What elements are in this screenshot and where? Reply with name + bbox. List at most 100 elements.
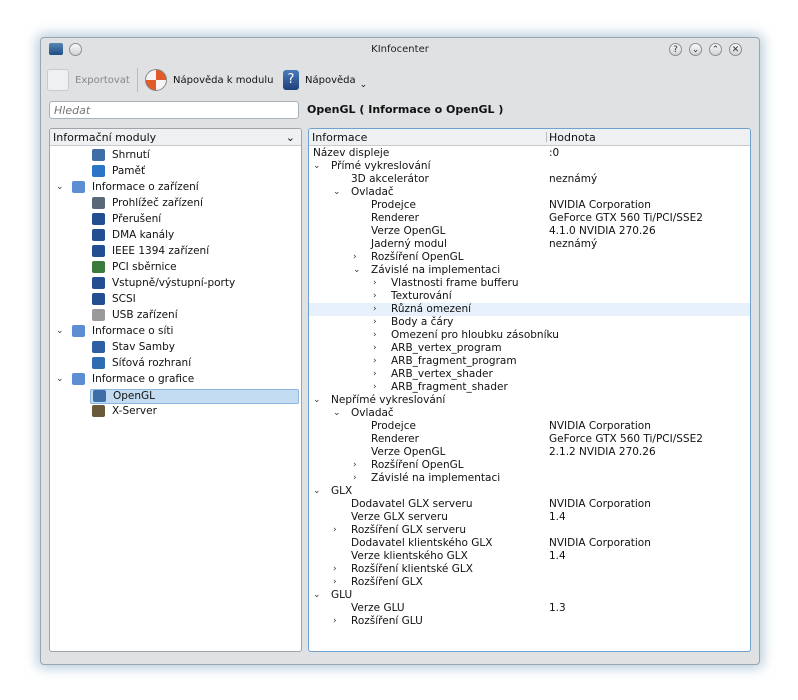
minimize-button[interactable]: ⌄ [689,43,702,56]
chevron-down-icon[interactable]: ⌄ [56,325,64,338]
chevron-right-icon[interactable]: › [373,368,377,381]
info-row[interactable]: Prodejce NVIDIA Corporation [309,420,750,433]
chevron-down-icon[interactable]: ⌄ [313,589,321,602]
module-help-button[interactable]: Nápověda k modulu [145,68,273,92]
info-row[interactable]: ⌄ GLX [309,485,750,498]
info-row-label: ARB_fragment_program [391,355,517,367]
info-row[interactable]: Název displeje:0 [309,147,750,160]
column-header-value[interactable]: Hodnota [549,131,596,144]
info-row[interactable]: › Vlastnosti frame bufferu [309,277,750,290]
module-tree-item[interactable]: PCI sběrnice [50,261,301,274]
info-row[interactable]: › Rozšíření GLX serveru [309,524,750,537]
module-tree-item[interactable]: Paměť [50,165,301,178]
module-tree-item[interactable]: Vstupně/výstupní-porty [50,277,301,290]
info-row[interactable]: › Rozšíření GLX [309,576,750,589]
chevron-right-icon[interactable]: › [373,342,377,355]
info-row[interactable]: › Rozšíření OpenGL [309,251,750,264]
module-tree-item[interactable]: IEEE 1394 zařízení [50,245,301,258]
close-button[interactable]: ✕ [729,43,742,56]
module-tree-item[interactable]: Síťová rozhraní [50,357,301,370]
chevron-down-icon[interactable]: ⌄ [333,186,341,199]
module-tree-item[interactable]: ⌄ Informace o síti [50,325,301,338]
module-tree-item[interactable]: Stav Samby [50,341,301,354]
info-row[interactable]: ⌄ Přímé vykreslování [309,160,750,173]
chevron-down-icon[interactable]: ⌄ [56,181,64,194]
chevron-down-icon[interactable]: ⌄ [313,394,321,407]
module-tree-item[interactable]: X-Server [50,405,301,418]
module-tree-item-label: SCSI [112,293,136,305]
module-tree-item[interactable]: Prohlížeč zařízení [50,197,301,210]
info-row[interactable]: Verze OpenGL 4.1.0 NVIDIA 270.26 [309,225,750,238]
chevron-down-icon[interactable]: ⌄ [56,373,64,386]
info-row[interactable]: Jaderný modul neznámý [309,238,750,251]
info-row[interactable]: › ARB_fragment_program [309,355,750,368]
chevron-right-icon[interactable]: › [373,290,377,303]
chevron-right-icon[interactable]: › [373,316,377,329]
info-row[interactable]: › Rozšíření GLU [309,615,750,628]
info-row-value: NVIDIA Corporation [549,498,651,510]
module-tree-item[interactable]: SCSI [50,293,301,306]
chevron-right-icon[interactable]: › [373,355,377,368]
info-row[interactable]: Renderer GeForce GTX 560 Ti/PCI/SSE2 [309,212,750,225]
chevron-right-icon[interactable]: › [373,381,377,394]
info-row[interactable]: › ARB_vertex_shader [309,368,750,381]
module-tree-item[interactable]: ⌄ Informace o grafice [50,373,301,386]
info-row[interactable]: › Závislé na implementaci [309,472,750,485]
chevron-right-icon[interactable]: › [333,563,337,576]
module-tree-item[interactable]: Přerušení [50,213,301,226]
column-divider[interactable] [546,132,547,142]
search-input[interactable] [49,101,299,119]
info-row[interactable]: › Rozšíření OpenGL [309,459,750,472]
info-row[interactable]: › Různá omezení [309,303,750,316]
chevron-right-icon[interactable]: › [373,277,377,290]
chevron-down-icon[interactable]: ⌄ [353,264,361,277]
module-tree-item[interactable]: OpenGL [90,389,299,404]
module-tree-item[interactable]: DMA kanály [50,229,301,242]
info-row[interactable]: › Body a čáry [309,316,750,329]
chevron-down-icon[interactable]: ⌄ [313,160,321,173]
info-row[interactable]: ⌄ Nepřímé vykreslování [309,394,750,407]
chevron-right-icon[interactable]: › [353,459,357,472]
info-row[interactable]: ⌄ Ovladač [309,186,750,199]
module-tree-item[interactable]: USB zařízení [50,309,301,322]
chevron-right-icon[interactable]: › [333,576,337,589]
info-row[interactable]: › ARB_vertex_program [309,342,750,355]
info-row[interactable]: Verze GLX serveru 1.4 [309,511,750,524]
info-row[interactable]: Dodavatel klientského GLX NVIDIA Corporat… [309,537,750,550]
chevron-right-icon[interactable]: › [333,615,337,628]
info-row[interactable]: › Texturování [309,290,750,303]
info-row-label: Omezení pro hloubku zásobníku [391,329,559,341]
chevron-right-icon[interactable]: › [333,524,337,537]
chevron-right-icon[interactable]: › [373,303,377,316]
chevron-right-icon[interactable]: › [373,329,377,342]
module-tree-header[interactable]: Informační moduly ⌄ [50,129,301,146]
column-header-info[interactable]: Informace [312,131,367,144]
info-row[interactable]: ⌄ Závislé na implementaci [309,264,750,277]
info-row[interactable]: Verze OpenGL 2.1.2 NVIDIA 270.26 [309,446,750,459]
title-bar[interactable]: KInfocenter ? ⌄ ⌃ ✕ [41,38,759,62]
info-row[interactable]: › Omezení pro hloubku zásobníku [309,329,750,342]
help-window-button[interactable]: ? [669,43,682,56]
info-row[interactable]: 3D akcelerátor neznámý [309,173,750,186]
info-row[interactable]: ⌄ Ovladač [309,407,750,420]
chevron-right-icon[interactable]: › [353,251,357,264]
info-row[interactable]: Renderer GeForce GTX 560 Ti/PCI/SSE2 [309,433,750,446]
help-menu-chevron-icon[interactable]: ⌄ [360,80,368,90]
help-button[interactable]: ? Nápověda ⌄ [283,68,367,92]
module-tree-item[interactable]: Shrnutí [50,149,301,162]
info-row[interactable]: Verze GLU 1.3 [309,602,750,615]
module-tree-item[interactable]: ⌄ Informace o zařízení [50,181,301,194]
info-row[interactable]: Dodavatel GLX serveru NVIDIA Corporation [309,498,750,511]
maximize-button[interactable]: ⌃ [709,43,722,56]
module-tree-item-label: DMA kanály [112,229,175,241]
info-row[interactable]: › ARB_fragment_shader [309,381,750,394]
chevron-down-icon[interactable]: ⌄ [313,485,321,498]
info-row[interactable]: ⌄ GLU [309,589,750,602]
info-row[interactable]: Verze klientského GLX 1.4 [309,550,750,563]
info-row[interactable]: › Rozšíření klientské GLX [309,563,750,576]
export-button[interactable]: Exportovat [47,68,130,92]
chevron-down-icon[interactable]: ⌄ [333,407,341,420]
chevron-down-icon[interactable]: ⌄ [286,131,295,144]
chevron-right-icon[interactable]: › [353,472,357,485]
info-row[interactable]: Prodejce NVIDIA Corporation [309,199,750,212]
